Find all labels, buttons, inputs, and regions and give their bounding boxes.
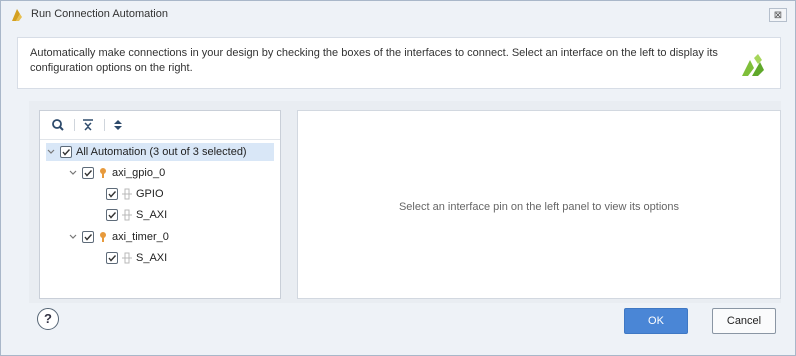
tree-item-label: axi_gpio_0 xyxy=(112,167,166,179)
description-panel: Automatically make connections in your d… xyxy=(17,37,781,89)
interface-pin-icon xyxy=(122,209,132,221)
collapse-all-icon[interactable] xyxy=(80,117,96,133)
expand-all-icon[interactable] xyxy=(110,117,126,133)
options-panel: Select an interface pin on the left pane… xyxy=(297,110,781,299)
chevron-down-icon[interactable] xyxy=(68,232,78,242)
interface-pin-icon xyxy=(122,252,132,264)
tree-item-axi-gpio-0[interactable]: axi_gpio_0 xyxy=(68,164,165,182)
tree-item-all-automation[interactable]: All Automation (3 out of 3 selected) xyxy=(46,143,274,161)
tree-item-axi-timer-0[interactable]: axi_timer_0 xyxy=(68,228,169,246)
options-placeholder-text: Select an interface pin on the left pane… xyxy=(398,201,680,213)
tree-item-label: All Automation (3 out of 3 selected) xyxy=(76,146,247,158)
tree-item-label: axi_timer_0 xyxy=(112,231,169,243)
toolbar-separator xyxy=(104,119,105,131)
ok-button[interactable]: OK xyxy=(624,308,688,334)
checkbox[interactable] xyxy=(106,188,118,200)
checkbox[interactable] xyxy=(60,146,72,158)
tree-item-label: S_AXI xyxy=(136,252,168,264)
chevron-down-icon[interactable] xyxy=(46,147,56,157)
window-title: Run Connection Automation xyxy=(31,8,168,20)
ip-block-icon xyxy=(100,168,106,178)
interface-pin-icon xyxy=(122,188,132,200)
tree-item-s-axi[interactable]: S_AXI xyxy=(106,206,167,224)
chevron-down-icon[interactable] xyxy=(68,168,78,178)
tree-item-s-axi[interactable]: S_AXI xyxy=(106,249,167,267)
checkbox[interactable] xyxy=(82,167,94,179)
interface-tree-panel: All Automation (3 out of 3 selected) axi… xyxy=(39,110,281,299)
content-area: All Automation (3 out of 3 selected) axi… xyxy=(29,101,781,303)
ip-block-icon xyxy=(100,232,106,242)
cancel-button[interactable]: Cancel xyxy=(712,308,776,334)
checkbox[interactable] xyxy=(106,209,118,221)
vivado-logo-icon xyxy=(742,54,764,76)
vivado-app-icon xyxy=(12,9,22,21)
title-bar[interactable]: Run Connection Automation ⊠ xyxy=(1,1,795,29)
tree-item-label: GPIO xyxy=(136,188,164,200)
help-button[interactable]: ? xyxy=(37,308,59,330)
tree-item-gpio[interactable]: GPIO xyxy=(106,185,164,203)
tree-item-label: S_AXI xyxy=(136,209,168,221)
checkbox[interactable] xyxy=(106,252,118,264)
checkbox[interactable] xyxy=(82,231,94,243)
close-button[interactable]: ⊠ xyxy=(769,8,787,22)
toolbar-separator xyxy=(74,119,75,131)
run-connection-automation-dialog: Run Connection Automation ⊠ Automaticall… xyxy=(0,0,796,356)
description-text: Automatically make connections in your d… xyxy=(30,47,718,74)
tree-toolbar xyxy=(40,111,280,140)
search-icon[interactable] xyxy=(50,117,66,133)
